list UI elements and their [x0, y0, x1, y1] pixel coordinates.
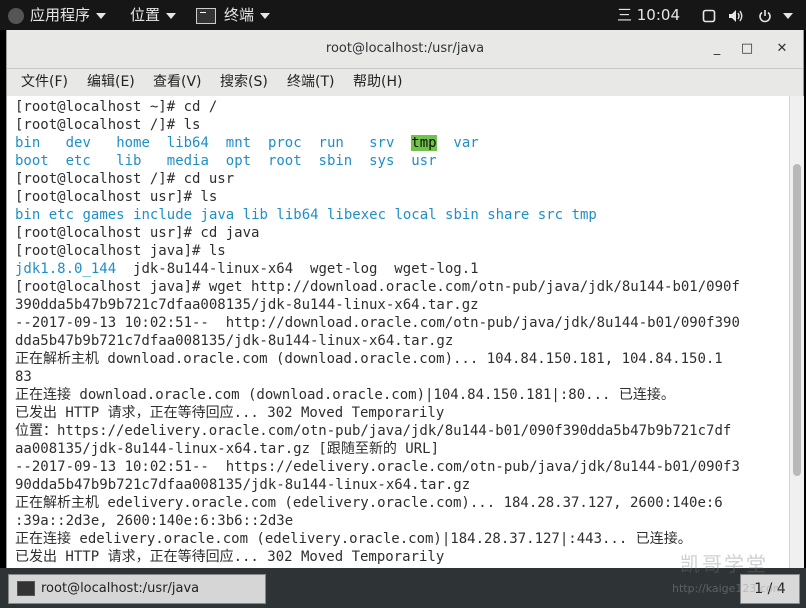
volume-icon[interactable] — [728, 0, 746, 30]
places-menu[interactable]: 位置 — [130, 0, 177, 30]
terminal-line: 390dda5b47b9b721c7dfaa008135/jdk-8u144-l… — [15, 297, 479, 313]
menu-view[interactable]: 查看(V) — [153, 69, 202, 96]
dir-entry: sbin — [445, 207, 479, 223]
clock-label: 三 10:04 — [617, 6, 680, 24]
dir-entry: mnt — [225, 135, 252, 151]
chevron-down-icon — [96, 12, 107, 19]
dir-entry: src — [537, 207, 564, 223]
chevron-down-icon — [260, 12, 271, 19]
dir-entry: sys — [369, 153, 395, 169]
terminal-line: [root@localhost usr]# cd java — [15, 225, 260, 241]
terminal-line: :39a::2d3e, 2600:140e:6:3b6::2d3e — [15, 513, 294, 529]
terminal-line: [root@localhost ~]# cd / — [15, 99, 218, 115]
terminal-app-menu[interactable]: 终端 — [196, 0, 271, 30]
terminal-window: root@localhost:/usr/java _ □ ✕ 文件(F) 编辑(… — [6, 30, 804, 568]
dir-entry: etc — [48, 207, 75, 223]
top-bar: 应用程序 位置 终端 三 10:04 — [0, 0, 806, 30]
dir-entry: root — [267, 153, 302, 169]
dir-entry: games — [82, 207, 125, 223]
ls-java-row: jdk1.8.0_144 jdk-8u144-linux-x64 wget-lo… — [15, 260, 479, 278]
applications-icon — [8, 7, 24, 24]
dir-entry: tmp — [411, 135, 437, 151]
terminal-line: 已发出 HTTP 请求，正在等待回应... 302 Moved Temporar… — [15, 405, 445, 421]
chevron-down-icon — [782, 12, 793, 19]
ls-root-row1: bin dev home lib64 mnt proc run srv tmp … — [15, 134, 479, 152]
dir-entry: srv — [369, 135, 395, 151]
dir-entry: opt — [225, 153, 252, 169]
dir-entry: lib — [116, 153, 142, 169]
dir-entry: bin — [15, 135, 41, 151]
terminal-icon — [17, 581, 35, 596]
screen-icon[interactable] — [702, 0, 716, 30]
terminal-line: 正在连接 edelivery.oracle.com (edelivery.ora… — [15, 531, 692, 547]
window-titlebar[interactable]: root@localhost:/usr/java _ □ ✕ — [7, 30, 803, 69]
terminal-line: --2017-09-13 10:02:51-- https://edeliver… — [15, 459, 740, 475]
dir-entry: include — [133, 207, 193, 223]
terminal-line: 正在解析主机 download.oracle.com (download.ora… — [15, 351, 723, 367]
taskbar-terminal-item[interactable]: root@localhost:/usr/java — [8, 574, 266, 604]
menu-help[interactable]: 帮助(H) — [353, 69, 402, 96]
dir-entry: lib — [242, 207, 268, 223]
dir-entry: lib64 — [166, 135, 209, 151]
watermark-url: http://kaige123.com — [672, 582, 784, 595]
vertical-scrollbar[interactable] — [789, 96, 804, 568]
terminal-line: [root@localhost /]# ls — [15, 117, 201, 133]
terminal-line: 83 — [15, 369, 32, 385]
terminal-line: 正在连接 download.oracle.com (download.oracl… — [15, 387, 675, 403]
terminal-line: 正在解析主机 edelivery.oracle.com (edelivery.o… — [15, 495, 723, 511]
terminal-line: [root@localhost /]# cd usr — [15, 171, 235, 187]
dir-entry: run — [318, 135, 344, 151]
menu-file[interactable]: 文件(F) — [21, 69, 68, 96]
terminal-output[interactable]: [root@localhost ~]# cd / [root@localhost… — [7, 96, 789, 568]
ls-usr-row: bin etc games include java lib lib64 lib… — [15, 206, 597, 224]
dir-entry: local — [394, 207, 437, 223]
dir-entry: usr — [411, 153, 437, 169]
terminal-line: 已发出 HTTP 请求，正在等待回应... 302 Moved Temporar… — [15, 549, 445, 565]
dir-entry: java — [200, 207, 235, 223]
dir-entry: libexec — [327, 207, 387, 223]
terminal-line: --2017-09-13 10:02:51-- http://download.… — [15, 315, 740, 331]
minimize-button[interactable]: _ — [707, 39, 727, 59]
menu-edit[interactable]: 编辑(E) — [87, 69, 135, 96]
taskbar-item-label: root@localhost:/usr/java — [41, 581, 200, 596]
dir-entry: sbin — [318, 153, 353, 169]
menu-terminal[interactable]: 终端(T) — [287, 69, 334, 96]
dir-entry: jdk1.8.0_144 — [15, 261, 117, 277]
terminal-line: 90dda5b47b9b721c7dfaa008135/jdk-8u144-li… — [15, 477, 471, 493]
dir-entry: tmp — [571, 207, 597, 223]
dir-entry: share — [487, 207, 530, 223]
terminal-app-label: 终端 — [224, 6, 255, 24]
terminal-line: aa008135/jdk-8u144-linux-x64.tar.gz [跟随至… — [15, 441, 440, 457]
places-label: 位置 — [130, 6, 161, 24]
power-icon[interactable] — [758, 0, 793, 30]
terminal-icon — [196, 7, 216, 24]
window-title: root@localhost:/usr/java — [325, 41, 485, 56]
menu-search[interactable]: 搜索(S) — [220, 69, 268, 96]
close-button[interactable]: ✕ — [772, 39, 792, 59]
chevron-down-icon — [166, 12, 177, 19]
dir-entry: var — [453, 135, 479, 151]
dir-entry: etc — [65, 153, 91, 169]
maximize-button[interactable]: □ — [737, 39, 757, 59]
dir-entry: bin — [15, 207, 41, 223]
terminal-line: [root@localhost usr]# ls — [15, 189, 218, 205]
terminal-line: [root@localhost java]# wget http://downl… — [15, 279, 740, 295]
applications-menu[interactable]: 应用程序 — [8, 0, 107, 30]
dir-entry: proc — [267, 135, 302, 151]
dir-entry: home — [116, 135, 150, 151]
dir-entry: dev — [65, 135, 91, 151]
terminal-line: dda5b47b9b721c7dfaa008135/jdk-8u144-linu… — [15, 333, 454, 349]
scrollbar-thumb[interactable] — [793, 164, 801, 476]
menu-bar: 文件(F) 编辑(E) 查看(V) 搜索(S) 终端(T) 帮助(H) — [7, 69, 803, 96]
terminal-line: [root@localhost java]# ls — [15, 243, 226, 259]
clock[interactable]: 三 10:04 — [617, 0, 680, 30]
dir-entry: boot — [15, 153, 49, 169]
ls-root-row2: boot etc lib media opt root sbin sys usr — [15, 152, 437, 170]
dir-entry: media — [166, 153, 209, 169]
file-entries: jdk-8u144-linux-x64 wget-log wget-log.1 — [116, 261, 479, 277]
dir-entry: lib64 — [276, 207, 319, 223]
watermark-logo: 凯哥学堂 — [680, 552, 768, 576]
terminal-line: 位置：https://edelivery.oracle.com/otn-pub/… — [15, 423, 732, 439]
applications-label: 应用程序 — [30, 6, 91, 24]
